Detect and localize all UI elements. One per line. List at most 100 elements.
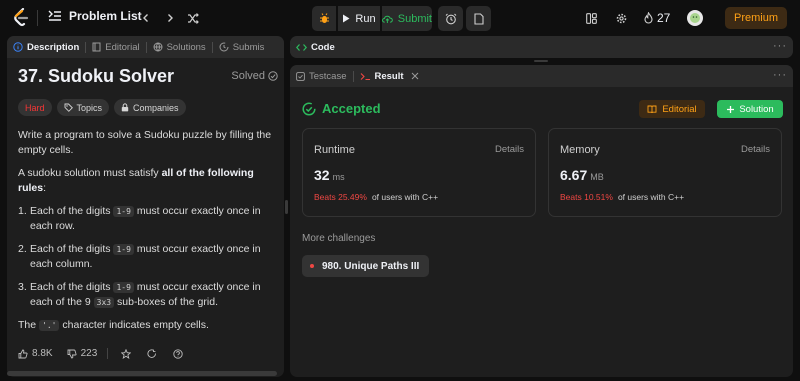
book-icon	[92, 42, 101, 52]
tab-description[interactable]: Description	[7, 36, 85, 58]
left-tabbar: Description Editorial Solutions Submis	[7, 36, 284, 58]
code-more-button[interactable]: ···	[773, 40, 787, 52]
run-button[interactable]: Run	[338, 6, 380, 31]
challenge-link[interactable]: 980. Unique Paths III	[302, 255, 430, 277]
rule-item: 1. Each of the digits 1-9 must occur exa…	[18, 204, 274, 234]
horizontal-scrollbar[interactable]	[7, 371, 277, 376]
note-pre: The	[18, 319, 40, 331]
rules-heading: A sudoku solution must satisfy all of th…	[18, 166, 274, 196]
rule-text: Each of the digits 1-9 must occur exactl…	[30, 204, 274, 234]
vertical-resize-handle[interactable]	[285, 200, 288, 214]
premium-button[interactable]: Premium	[725, 7, 787, 29]
note-icon	[473, 12, 484, 25]
next-problem-button[interactable]	[161, 9, 179, 27]
note-post: character indicates empty cells.	[59, 319, 209, 331]
rule-item: 3. Each of the digits 1-9 must occur exa…	[18, 280, 274, 310]
runtime-card[interactable]: Runtime Details 32 ms Beats 25.49% of user…	[302, 128, 536, 217]
topics-tag[interactable]: Topics	[56, 99, 110, 116]
run-submit-group: Run Submit	[312, 6, 432, 31]
avatar-icon	[690, 13, 700, 23]
streak-count: 27	[657, 11, 671, 25]
code-icon	[296, 43, 307, 51]
settings-button[interactable]	[614, 9, 628, 27]
tag-icon	[64, 103, 73, 112]
more-challenges-heading: More challenges	[302, 233, 376, 244]
rules-prefix: A sudoku solution must satisfy	[18, 167, 162, 179]
rule-item: 2. Each of the digits 1-9 must occur exa…	[18, 242, 274, 272]
tab-editorial[interactable]: Editorial	[86, 36, 145, 58]
difficulty-badge: Hard	[18, 99, 52, 116]
close-icon[interactable]	[411, 72, 419, 80]
streak-counter[interactable]: 27	[644, 9, 670, 27]
submit-button[interactable]: Submit	[382, 6, 432, 31]
result-tabbar: Testcase Result ···	[290, 65, 793, 87]
like-count: 8.8K	[32, 348, 53, 359]
prev-problem-button[interactable]	[137, 9, 155, 27]
rule-text-post: sub-boxes of the grid.	[114, 296, 218, 308]
dislike-count: 223	[80, 348, 98, 359]
tab-submissions[interactable]: Submis	[213, 36, 271, 58]
runtime-beats-percent: Beats 25.49%	[314, 192, 367, 202]
companies-tag[interactable]: Companies	[114, 99, 186, 116]
rule-text-pre: Each of the digits	[30, 205, 114, 217]
tab-result[interactable]: Result	[354, 65, 425, 87]
tab-submissions-label: Submis	[232, 41, 265, 53]
bug-icon	[319, 13, 329, 23]
chevron-left-icon	[143, 14, 148, 22]
rule-text: Each of the digits 1-9 must occur exactl…	[30, 280, 274, 310]
solution-button[interactable]: Solution	[717, 100, 783, 118]
description-intro: Write a program to solve a Sudoku puzzle…	[18, 129, 272, 156]
inline-code: 1-9	[113, 282, 134, 293]
debug-button[interactable]	[312, 6, 336, 31]
like-button[interactable]: 8.8K	[18, 348, 53, 359]
book-open-icon	[647, 105, 657, 113]
memory-beats-percent: Beats 10.51%	[560, 192, 613, 202]
memory-label: Memory	[560, 144, 600, 156]
leetcode-logo[interactable]	[12, 8, 30, 28]
problem-description: Write a program to solve a Sudoku puzzle…	[18, 128, 274, 341]
layout-button[interactable]	[584, 9, 598, 27]
tab-description-label: Description	[27, 41, 80, 53]
tab-code[interactable]: Code	[290, 36, 341, 58]
play-icon	[343, 14, 350, 23]
editorial-button[interactable]: Editorial	[639, 100, 705, 118]
runtime-details-link[interactable]: Details	[495, 144, 524, 155]
rule-text: Each of the digits 1-9 must occur exactl…	[30, 242, 274, 272]
tab-editorial-label: Editorial	[105, 41, 140, 53]
memory-card[interactable]: Memory Details 6.67 MB Beats 10.51% of use…	[548, 128, 782, 217]
random-problem-button[interactable]	[184, 9, 202, 27]
inline-code: 1-9	[113, 206, 134, 217]
tab-solutions[interactable]: Solutions	[147, 36, 212, 58]
accepted-label: Accepted	[322, 101, 381, 116]
help-button[interactable]	[173, 348, 183, 359]
timer-button[interactable]	[438, 6, 463, 31]
history-icon	[219, 42, 229, 52]
description-panel: Description Editorial Solutions Submis 3…	[7, 36, 284, 377]
result-more-button[interactable]: ···	[773, 69, 787, 81]
tab-solutions-label: Solutions	[166, 41, 206, 53]
runtime-label: Runtime	[314, 144, 355, 156]
check-circle-icon	[268, 71, 278, 81]
memory-unit: MB	[590, 172, 604, 182]
user-avatar[interactable]	[687, 10, 703, 26]
rule-number: 2.	[18, 243, 27, 255]
horizontal-resize-handle[interactable]	[534, 60, 548, 62]
notes-button[interactable]	[466, 6, 491, 31]
rule-number: 1.	[18, 205, 27, 217]
list-icon	[48, 10, 61, 21]
tab-result-label: Result	[374, 70, 404, 82]
inline-code: '.'	[39, 320, 60, 331]
tab-testcase[interactable]: Testcase	[290, 65, 353, 87]
difficulty-dot	[310, 264, 314, 268]
code-panel: Code ···	[290, 36, 793, 58]
favorite-button[interactable]	[121, 348, 132, 359]
editorial-label: Editorial	[662, 103, 697, 115]
problem-list-button[interactable]: Problem List	[48, 9, 142, 23]
dislike-button[interactable]: 223	[67, 348, 98, 359]
share-button[interactable]	[147, 348, 157, 359]
question-circle-icon	[173, 348, 183, 359]
memory-details-link[interactable]: Details	[741, 144, 770, 155]
check-circle-icon	[302, 101, 316, 116]
problem-title: 37. Sudoku Solver	[18, 66, 175, 86]
rule-text-pre: Each of the digits	[30, 281, 114, 293]
